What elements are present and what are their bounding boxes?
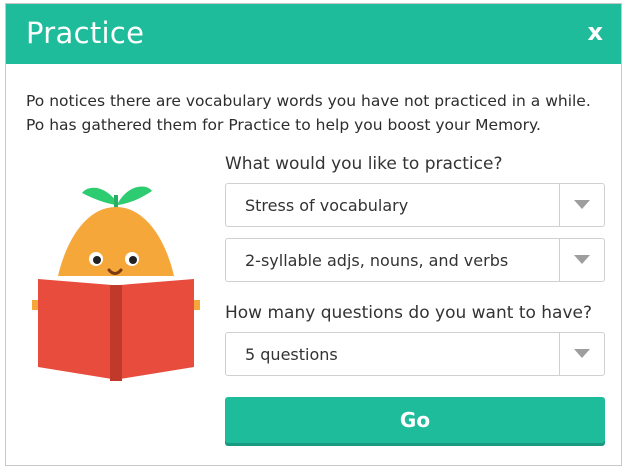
chevron-down-icon — [574, 255, 590, 264]
select-divider — [559, 333, 560, 375]
select-divider — [559, 184, 560, 226]
intro-text: Po notices there are vocabulary words yo… — [26, 92, 591, 134]
close-button[interactable]: x — [588, 18, 603, 46]
chevron-down-icon — [574, 349, 590, 358]
po-character-icon — [32, 186, 200, 381]
practice-set-value: 2-syllable adjs, nouns, and verbs — [245, 251, 509, 270]
practice-dialog: Practice x Po notices there are vocabula… — [5, 3, 622, 466]
practice-question-label: What would you like to practice? — [225, 154, 503, 174]
practice-type-select[interactable]: Stress of vocabulary — [225, 183, 605, 227]
practice-type-value: Stress of vocabulary — [245, 196, 409, 215]
questions-count-value: 5 questions — [245, 345, 338, 364]
go-button[interactable]: Go — [225, 397, 605, 443]
dialog-title: Practice — [26, 16, 145, 50]
chevron-down-icon — [574, 200, 590, 209]
practice-set-select[interactable]: 2-syllable adjs, nouns, and verbs — [225, 238, 605, 282]
questions-count-label: How many questions do you want to have? — [225, 303, 593, 323]
select-divider — [559, 239, 560, 281]
questions-count-select[interactable]: 5 questions — [225, 332, 605, 376]
dialog-header: Practice x — [6, 4, 621, 64]
po-reading-illustration — [26, 181, 206, 391]
